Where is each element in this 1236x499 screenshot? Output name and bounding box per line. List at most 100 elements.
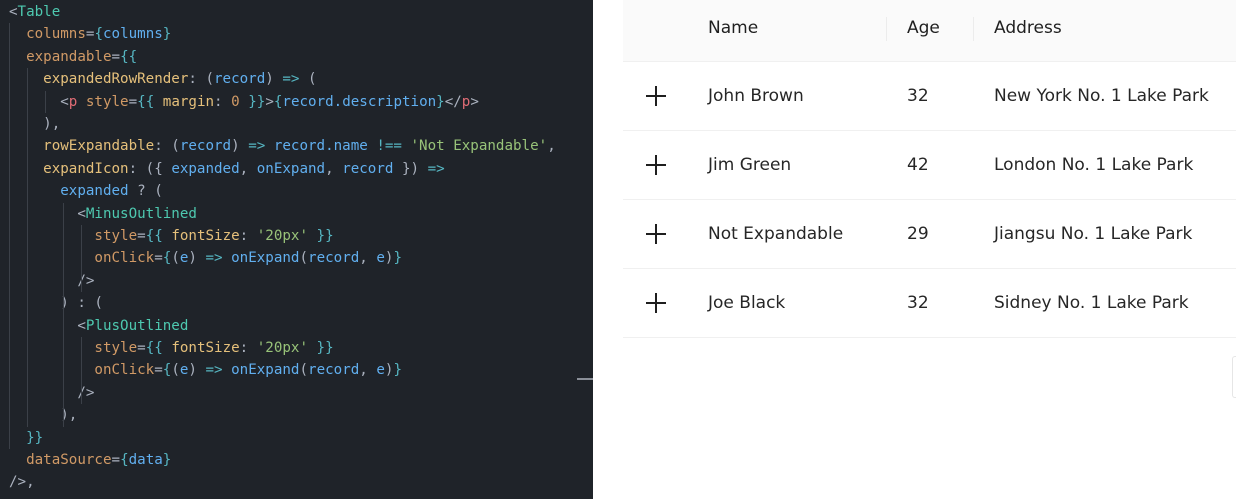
indent-guide <box>81 225 82 293</box>
code-line: <PlusOutlined <box>9 315 188 337</box>
code-token: => <box>282 71 300 88</box>
code-token: < <box>9 4 18 20</box>
column-divider <box>973 17 974 41</box>
code-line: <Table <box>9 1 60 23</box>
column-header-name[interactable]: Name <box>708 0 758 61</box>
code-token: style <box>85 93 129 110</box>
code-token: = <box>154 250 163 267</box>
code-token: ) <box>231 138 249 155</box>
table-row: John Brown 32 New York No. 1 Lake Park <box>623 62 1236 131</box>
code-token: expandIcon <box>43 160 129 177</box>
code-token: , <box>359 250 377 267</box>
code-line: expandIcon: ({ expanded, onExpand, recor… <box>9 158 445 180</box>
indent-guide <box>63 202 64 427</box>
code-token: />, <box>9 474 35 491</box>
table-row: Jim Green 42 London No. 1 Lake Park <box>623 131 1236 200</box>
code-line: expandedRowRender: (record) => ( <box>9 68 316 90</box>
code-token: Table <box>17 4 61 20</box>
code-token: , <box>239 160 257 177</box>
cell-age: 42 <box>907 155 929 175</box>
code-token: fontSize <box>162 340 240 356</box>
table-row: Joe Black 32 Sidney No. 1 Lake Park <box>623 269 1236 338</box>
code-token: columns <box>26 26 86 43</box>
code-token: => <box>248 138 266 155</box>
code-line: />, <box>9 471 35 493</box>
column-divider <box>886 17 887 41</box>
code-token: : ({ <box>128 160 172 177</box>
code-token: {{ <box>145 228 163 244</box>
code-token: expandedRowRender <box>43 71 189 88</box>
cell-age: 32 <box>907 293 929 313</box>
indent-guide <box>45 90 46 113</box>
code-token: ) <box>188 362 206 379</box>
scrollbar-thumb[interactable] <box>577 378 593 380</box>
column-header-address[interactable]: Address <box>994 0 1062 61</box>
code-token: } <box>162 452 172 468</box>
code-token: onClick <box>94 250 155 267</box>
code-token: columns <box>102 26 163 43</box>
code-token: '20px' <box>256 228 308 244</box>
code-token: ) : ( <box>9 295 103 312</box>
indent-guide <box>81 337 82 405</box>
code-line: columns={columns} <box>9 23 171 45</box>
cell-age: 32 <box>907 86 929 106</box>
plus-icon[interactable] <box>645 85 667 107</box>
cell-age: 29 <box>907 224 929 244</box>
table-header: Name Age Address <box>623 0 1236 62</box>
plus-icon[interactable] <box>645 223 667 245</box>
code-token: , <box>325 160 343 177</box>
code-token: { <box>94 26 103 43</box>
code-line: ), <box>9 113 60 135</box>
code-token: }} <box>239 93 266 110</box>
code-token: data <box>128 452 163 468</box>
code-token: ) <box>188 250 206 267</box>
cell-name: Not Expandable <box>708 224 844 244</box>
code-token: = <box>111 48 121 65</box>
code-token: ), <box>9 116 61 132</box>
code-line: <MinusOutlined <box>9 203 197 225</box>
code-token: < <box>77 317 86 334</box>
code-token: style <box>94 228 138 244</box>
code-line: }} <box>9 427 43 449</box>
code-token: '20px' <box>256 340 308 356</box>
code-line: onClick={(e) => onExpand(record, e)} <box>9 247 402 269</box>
code-token: {{ <box>120 48 138 65</box>
column-header-age[interactable]: Age <box>907 0 940 61</box>
code-token: = <box>111 452 121 468</box>
code-line: dataSource={data} <box>9 449 171 471</box>
code-token: { <box>120 452 129 468</box>
code-token: ( <box>171 250 180 267</box>
code-token: ? ( <box>128 183 163 200</box>
code-token: => <box>427 160 445 177</box>
panel-edge-handle[interactable] <box>1232 356 1236 398</box>
code-token: record <box>342 160 394 177</box>
code-token: = <box>137 340 146 356</box>
code-token: expanded <box>171 160 240 177</box>
code-token: } <box>393 362 403 379</box>
cell-name: Joe Black <box>708 293 786 313</box>
code-line: expandable={{ <box>9 46 137 68</box>
code-editor[interactable]: <Table columns={columns} expandable={{ e… <box>0 0 593 499</box>
plus-icon[interactable] <box>645 292 667 314</box>
code-token: MinusOutlined <box>85 205 197 222</box>
cell-address: Jiangsu No. 1 Lake Park <box>994 224 1193 244</box>
code-token: /> <box>77 384 95 401</box>
code-line: rowExpandable: (record) => record.name !… <box>9 135 556 157</box>
indent-guide <box>27 68 28 427</box>
code-token: </ <box>444 93 462 110</box>
plus-icon[interactable] <box>645 154 667 176</box>
cell-name: Jim Green <box>708 155 792 175</box>
code-token: onClick <box>94 362 155 379</box>
code-token: fontSize <box>162 228 240 244</box>
code-token: , <box>359 362 377 379</box>
